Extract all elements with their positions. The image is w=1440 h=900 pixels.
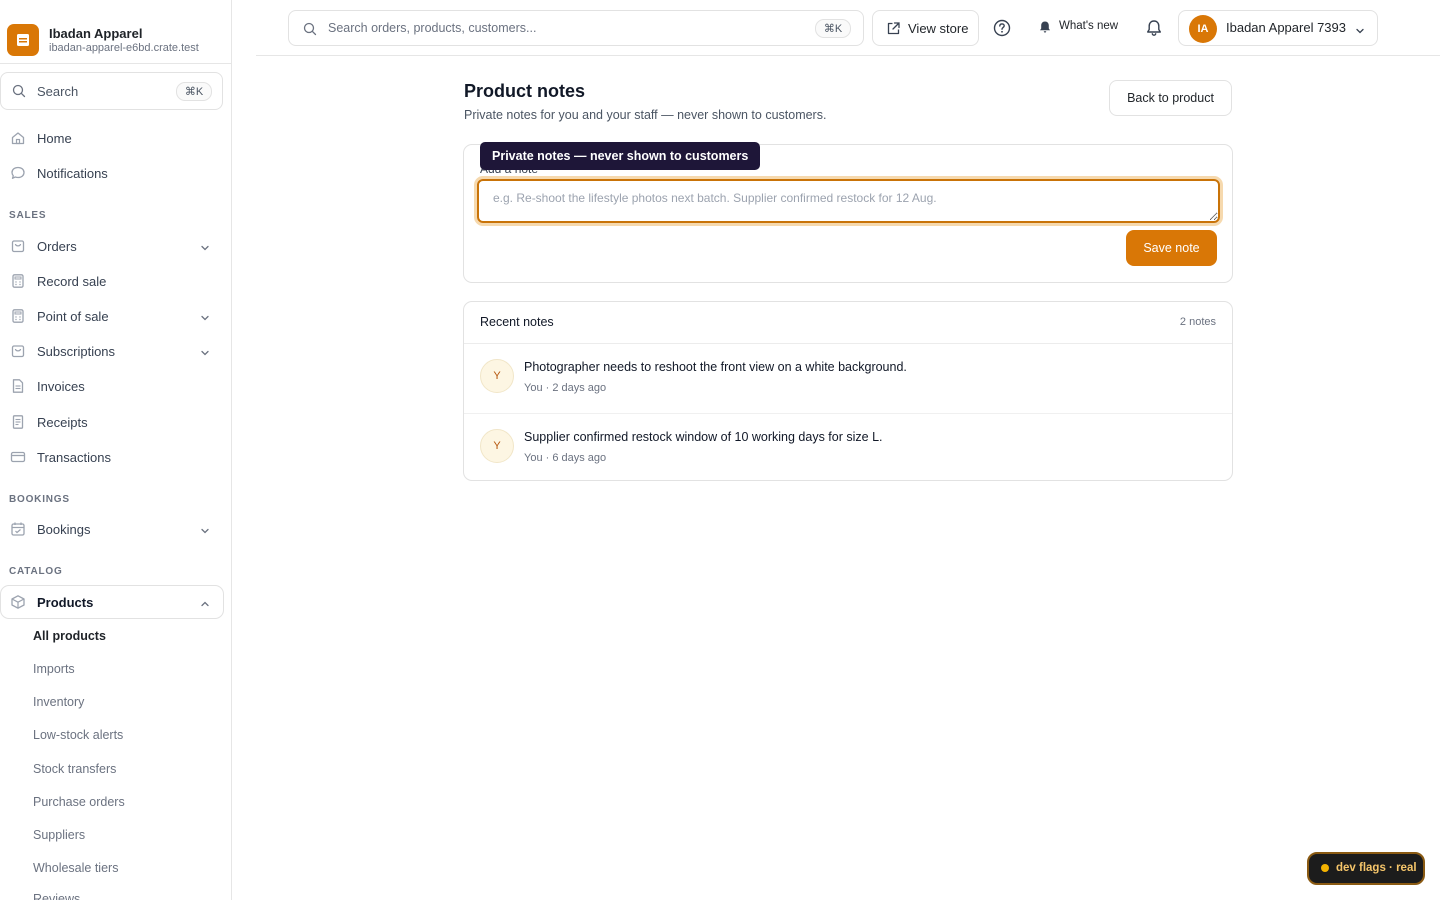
status-dot-icon bbox=[1321, 864, 1329, 872]
list-item: Y Supplier confirmed restock window of 1… bbox=[464, 413, 1232, 482]
global-search-shortcut: ⌘K bbox=[815, 19, 851, 38]
calculator-icon bbox=[10, 308, 26, 324]
topbar: Search orders, products, customers... ⌘K… bbox=[256, 0, 1440, 56]
recent-notes-card: Recent notes 2 notes Y Photographer need… bbox=[463, 301, 1233, 481]
recent-notes-title: Recent notes bbox=[480, 315, 554, 329]
dev-flags-badge[interactable]: dev flags · real bbox=[1307, 852, 1425, 885]
sidebar-item-transactions[interactable]: Transactions bbox=[0, 440, 224, 474]
search-icon bbox=[12, 84, 26, 101]
card-icon bbox=[10, 449, 26, 465]
sidebar-item-label: Point of sale bbox=[37, 308, 109, 324]
sidebar-item-label: Transactions bbox=[37, 449, 111, 465]
add-note-card: Add a note Private notes — never shown t… bbox=[463, 142, 1233, 283]
sidebar-item-label: Invoices bbox=[37, 378, 85, 394]
sidebar-item-bookings[interactable]: Bookings bbox=[0, 512, 224, 546]
sidebar-item-label: Subscriptions bbox=[37, 343, 116, 359]
page-subtitle: Private notes for you and your staff — n… bbox=[464, 108, 827, 122]
brand-name: Ibadan Apparel bbox=[49, 26, 143, 41]
note-text: Photographer needs to reshoot the front … bbox=[524, 360, 907, 374]
receipt-icon bbox=[10, 414, 26, 430]
sidebar-subitem-imports[interactable]: Imports bbox=[33, 662, 75, 676]
home-icon bbox=[10, 130, 26, 146]
brand-switcher[interactable]: Ibadan Apparel ibadan-apparel-e6bd.crate… bbox=[0, 0, 231, 64]
brand-domain: ibadan-apparel-e6bd.crate.test bbox=[49, 42, 199, 54]
private-notes-tooltip: Private notes — never shown to customers bbox=[480, 142, 761, 170]
sidebar-subitem-suppliers[interactable]: Suppliers bbox=[33, 828, 85, 842]
box-icon bbox=[10, 594, 26, 610]
avatar: IA bbox=[1189, 15, 1217, 43]
store-logo-icon bbox=[7, 24, 39, 56]
section-label-catalog: CATALOG bbox=[9, 566, 63, 577]
page-title: Product notes bbox=[464, 81, 586, 101]
bell-filled-icon bbox=[1038, 20, 1052, 37]
chat-bubble-icon bbox=[10, 165, 26, 181]
chevron-down-icon bbox=[200, 524, 210, 539]
chevron-down-icon bbox=[200, 346, 210, 361]
sidebar-item-notifications[interactable]: Notifications bbox=[0, 156, 224, 190]
chevron-down-icon bbox=[1355, 24, 1365, 39]
sidebar-search-shortcut: ⌘K bbox=[176, 82, 212, 101]
account-name: Ibadan Apparel 7393 bbox=[1226, 20, 1346, 35]
sidebar-item-label: Orders bbox=[37, 238, 77, 254]
chevron-down-icon bbox=[200, 311, 210, 326]
sidebar-item-products[interactable]: Products bbox=[0, 585, 224, 619]
sidebar-item-orders[interactable]: Orders bbox=[0, 229, 224, 263]
sidebar-item-invoices[interactable]: Invoices bbox=[0, 369, 224, 403]
bag-icon bbox=[10, 238, 26, 254]
back-to-product-button[interactable]: Back to product bbox=[1109, 80, 1232, 116]
sidebar-subitem-stock-transfers[interactable]: Stock transfers bbox=[33, 762, 116, 776]
list-item: Y Photographer needs to reshoot the fron… bbox=[464, 344, 1232, 413]
help-icon[interactable] bbox=[992, 18, 1012, 38]
note-text: Supplier confirmed restock window of 10 … bbox=[524, 430, 883, 444]
sidebar-item-subscriptions[interactable]: Subscriptions bbox=[0, 334, 224, 368]
global-search-input[interactable]: Search orders, products, customers... ⌘K bbox=[288, 10, 864, 46]
note-input[interactable] bbox=[477, 179, 1220, 223]
sidebar-item-label: Bookings bbox=[37, 521, 91, 537]
sidebar: Ibadan Apparel ibadan-apparel-e6bd.crate… bbox=[0, 0, 232, 900]
note-meta: You · 2 days ago bbox=[524, 382, 607, 394]
global-search-placeholder: Search orders, products, customers... bbox=[328, 21, 537, 35]
section-label-sales: SALES bbox=[9, 210, 47, 221]
view-store-button[interactable]: View store bbox=[872, 10, 979, 46]
avatar: Y bbox=[480, 359, 514, 393]
whats-new-label: What's new bbox=[1059, 20, 1119, 32]
chevron-up-icon bbox=[200, 597, 210, 612]
sidebar-subitem-inventory[interactable]: Inventory bbox=[33, 695, 84, 709]
sidebar-item-point-of-sale[interactable]: Point of sale bbox=[0, 299, 224, 333]
chevron-down-icon bbox=[200, 241, 210, 256]
dev-flags-label: dev flags · real bbox=[1336, 862, 1417, 874]
sidebar-subitem-purchase-orders[interactable]: Purchase orders bbox=[33, 795, 125, 809]
section-label-bookings: BOOKINGS bbox=[9, 494, 70, 505]
sidebar-item-record-sale[interactable]: Record sale bbox=[0, 264, 224, 298]
sidebar-subitem-low-stock-alerts[interactable]: Low-stock alerts bbox=[33, 728, 123, 742]
avatar: Y bbox=[480, 429, 514, 463]
notifications-bell-icon[interactable] bbox=[1144, 18, 1164, 38]
sidebar-item-label: Products bbox=[37, 594, 94, 610]
external-link-icon bbox=[886, 21, 901, 39]
note-meta: You · 6 days ago bbox=[524, 452, 607, 464]
sidebar-subitem-reviews[interactable]: Reviews bbox=[33, 892, 80, 900]
sidebar-item-label: Receipts bbox=[37, 414, 88, 430]
notes-count: 2 notes bbox=[1179, 316, 1216, 328]
search-icon bbox=[303, 22, 317, 39]
document-icon bbox=[10, 378, 26, 394]
sidebar-search-label: Search bbox=[37, 84, 79, 99]
sidebar-subitem-wholesale-tiers[interactable]: Wholesale tiers bbox=[33, 861, 118, 875]
sidebar-item-home[interactable]: Home bbox=[0, 121, 224, 155]
sidebar-item-label: Home bbox=[37, 130, 72, 146]
note-input-focus-ring bbox=[474, 176, 1223, 226]
view-store-label: View store bbox=[908, 21, 969, 36]
sidebar-item-label: Notifications bbox=[37, 165, 108, 181]
calculator-icon bbox=[10, 273, 26, 289]
sidebar-item-receipts[interactable]: Receipts bbox=[0, 405, 224, 439]
account-menu[interactable]: IA Ibadan Apparel 7393 bbox=[1178, 10, 1378, 46]
recent-notes-header: Recent notes 2 notes bbox=[464, 302, 1232, 344]
sidebar-search[interactable]: Search ⌘K bbox=[0, 72, 223, 110]
sidebar-subitem-all-products[interactable]: All products bbox=[33, 629, 106, 643]
bag-icon bbox=[10, 343, 26, 359]
save-note-button[interactable]: Save note bbox=[1126, 230, 1217, 266]
sidebar-item-label: Record sale bbox=[37, 273, 107, 289]
calendar-icon bbox=[10, 521, 26, 537]
